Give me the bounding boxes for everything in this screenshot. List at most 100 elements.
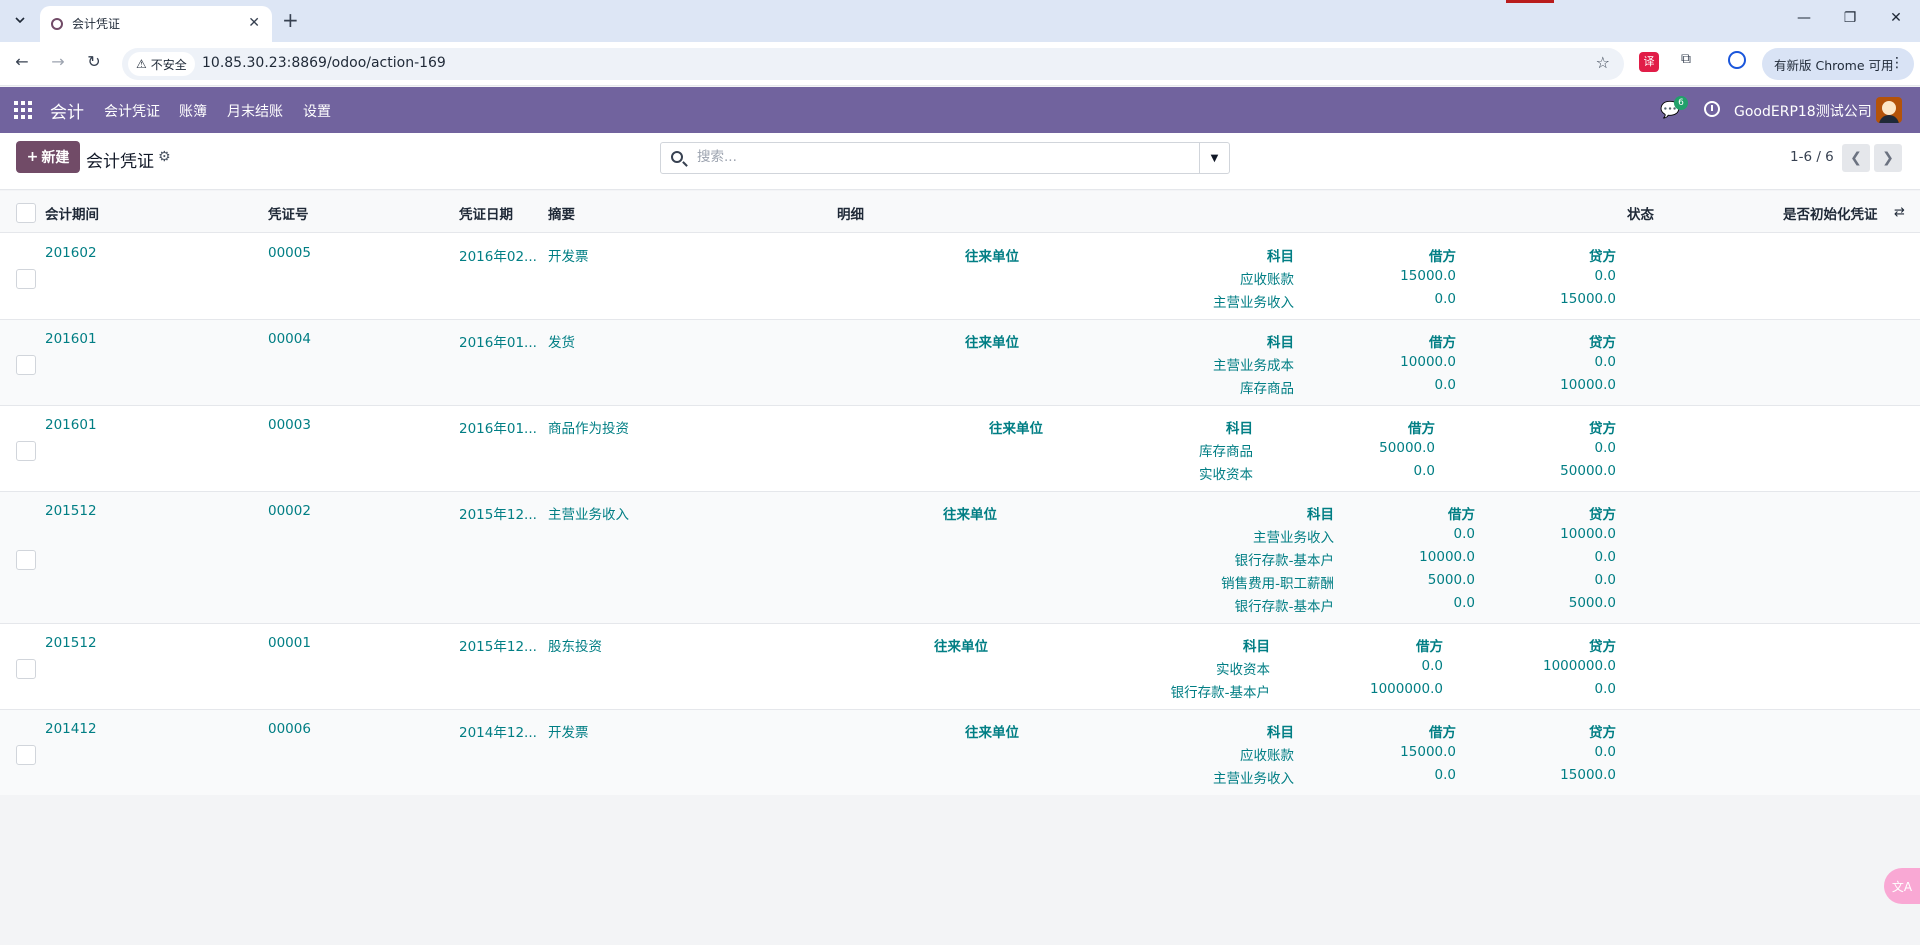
browser-tab-active[interactable]: 会计凭证 ✕ [40,6,272,42]
pager-next-button[interactable]: ❯ [1874,144,1902,172]
back-arrow-icon[interactable]: ← [10,52,34,71]
detail-line-account[interactable]: 银行存款-基本户 [1171,681,1270,701]
cell-period[interactable]: 201412 [45,721,97,737]
new-button[interactable]: + 新建 [16,141,80,173]
security-chip[interactable]: ⚠ 不安全 [128,52,195,76]
header-init-voucher[interactable]: 是否初始化凭证 [1783,203,1878,223]
detail-line-account[interactable]: 银行存款-基本户 [1235,595,1334,615]
table-row[interactable]: 201512 00002 2015年12... 主营业务收入 往来单位 科目 借方 贷方 主营业… [0,492,1920,624]
cell-date[interactable]: 2016年01... [459,417,537,437]
translate-float-icon[interactable]: 文A [1884,868,1920,904]
cell-summary[interactable]: 商品作为投资 [548,417,629,437]
search-input[interactable] [697,149,1167,165]
pager-previous-button[interactable]: ❮ [1842,144,1870,172]
detail-line-account[interactable]: 实收资本 [1216,658,1270,678]
detail-line-credit[interactable]: 5000.0 [1569,595,1616,611]
detail-line-credit[interactable]: 10000.0 [1560,377,1616,393]
cell-voucher-no[interactable]: 00004 [268,331,311,347]
cell-period[interactable]: 201601 [45,331,97,347]
cell-summary[interactable]: 主营业务收入 [548,503,629,523]
app-brand[interactable]: 会计 [50,98,84,123]
detail-line-credit[interactable]: 0.0 [1595,440,1616,456]
detail-line-account[interactable]: 银行存款-基本户 [1235,549,1334,569]
detail-line-account[interactable]: 销售费用-职工薪酬 [1221,572,1334,592]
gear-icon[interactable]: ⚙ [158,149,171,165]
minimize-button[interactable]: — [1794,10,1814,26]
detail-line-credit[interactable]: 0.0 [1595,572,1616,588]
detail-line-debit[interactable]: 15000.0 [1400,268,1456,284]
table-row[interactable]: 201601 00004 2016年01... 发货 往来单位 科目 借方 贷方 主营业务成本 1… [0,320,1920,406]
table-row[interactable]: 201412 00006 2014年12... 开发票 往来单位 科目 借方 贷方 应收账款 15… [0,710,1920,796]
row-checkbox[interactable] [16,745,36,765]
header-voucher-no[interactable]: 凭证号 [268,203,309,223]
chrome-update-button[interactable]: 有新版 Chrome 可用 ⋮ [1762,48,1914,80]
new-tab-button[interactable]: + [282,8,299,32]
detail-line-debit[interactable]: 15000.0 [1400,744,1456,760]
detail-line-debit[interactable]: 10000.0 [1419,549,1475,565]
company-switcher[interactable]: GoodERP18测试公司 [1734,101,1872,121]
menu-settings[interactable]: 设置 [303,101,331,121]
header-detail[interactable]: 明细 [837,203,864,223]
detail-line-account[interactable]: 主营业务收入 [1253,526,1334,546]
header-date[interactable]: 凭证日期 [459,203,513,223]
activity-clock-icon[interactable] [1704,101,1720,117]
address-bar[interactable]: ⚠ 不安全 10.85.30.23:8869/odoo/action-169 ☆ [122,48,1624,80]
cell-date[interactable]: 2015年12... [459,635,537,655]
bookmark-star-icon[interactable]: ☆ [1596,53,1610,72]
detail-line-debit[interactable]: 5000.0 [1428,572,1475,588]
detail-line-debit[interactable]: 0.0 [1422,658,1443,674]
row-checkbox[interactable] [16,269,36,289]
reload-icon[interactable]: ↻ [82,52,106,71]
cell-date[interactable]: 2016年01... [459,331,537,351]
column-options-icon[interactable]: ⇄ [1894,205,1905,220]
cell-period[interactable]: 201512 [45,635,97,651]
detail-line-credit[interactable]: 1000000.0 [1543,658,1616,674]
detail-line-debit[interactable]: 0.0 [1435,767,1456,783]
cell-period[interactable]: 201512 [45,503,97,519]
search-options-toggle[interactable]: ▼ [1199,143,1229,173]
cell-date[interactable]: 2015年12... [459,503,537,523]
detail-line-credit[interactable]: 0.0 [1595,681,1616,697]
detail-line-debit[interactable]: 0.0 [1414,463,1435,479]
menu-ledgers[interactable]: 账簿 [179,101,207,121]
cell-voucher-no[interactable]: 00001 [268,635,311,651]
detail-line-credit[interactable]: 50000.0 [1560,463,1616,479]
cell-summary[interactable]: 股东投资 [548,635,602,655]
cell-summary[interactable]: 开发票 [548,721,589,741]
row-checkbox[interactable] [16,550,36,570]
header-state[interactable]: 状态 [1627,203,1654,223]
apps-menu-icon[interactable] [14,101,32,119]
header-summary[interactable]: 摘要 [548,203,575,223]
profile-icon[interactable] [1728,51,1746,69]
detail-line-account[interactable]: 主营业务成本 [1213,354,1294,374]
cell-voucher-no[interactable]: 00006 [268,721,311,737]
more-menu-icon[interactable]: ⋮ [1890,55,1904,71]
close-window-button[interactable]: ✕ [1886,10,1906,26]
detail-line-credit[interactable]: 0.0 [1595,354,1616,370]
detail-line-credit[interactable]: 15000.0 [1560,291,1616,307]
tab-search-button[interactable] [8,9,32,31]
detail-line-account[interactable]: 主营业务收入 [1213,767,1294,787]
row-checkbox[interactable] [16,659,36,679]
detail-line-debit[interactable]: 0.0 [1454,595,1475,611]
detail-line-account[interactable]: 库存商品 [1240,377,1294,397]
user-avatar[interactable] [1876,97,1902,123]
url-text[interactable]: 10.85.30.23:8869/odoo/action-169 [202,55,446,71]
row-checkbox[interactable] [16,355,36,375]
cell-summary[interactable]: 发货 [548,331,575,351]
select-all-checkbox[interactable] [16,203,36,223]
cell-voucher-no[interactable]: 00005 [268,245,311,261]
restore-button[interactable]: ❐ [1840,10,1860,26]
pager-value[interactable]: 1-6 / 6 [1790,149,1834,165]
extensions-puzzle-icon[interactable]: ⧉ [1676,51,1696,71]
cell-period[interactable]: 201601 [45,417,97,433]
cell-period[interactable]: 201602 [45,245,97,261]
table-row[interactable]: 201512 00001 2015年12... 股东投资 往来单位 科目 借方 贷方 实收资本 0… [0,624,1920,710]
cell-voucher-no[interactable]: 00002 [268,503,311,519]
cell-date[interactable]: 2016年02... [459,245,537,265]
table-row[interactable]: 201602 00005 2016年02... 开发票 往来单位 科目 借方 贷方 应收账款 15… [0,234,1920,320]
menu-vouchers[interactable]: 会计凭证 [104,101,160,121]
menu-month-end[interactable]: 月末结账 [227,101,283,121]
detail-line-account[interactable]: 应收账款 [1240,744,1294,764]
row-checkbox[interactable] [16,441,36,461]
